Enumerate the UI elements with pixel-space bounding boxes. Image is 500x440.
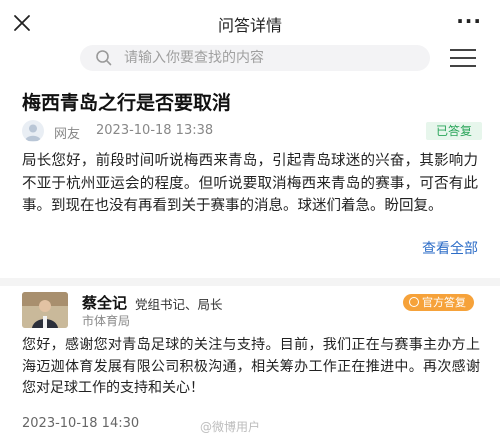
status-badge: 已答复 (425, 122, 482, 140)
search-icon (96, 50, 112, 66)
section-divider (0, 278, 500, 286)
answerer-name: 蔡全记 (82, 294, 128, 312)
official-badge-label: 官方答复 (422, 296, 466, 309)
menu-icon[interactable] (450, 48, 476, 68)
asker-name: 网友 (54, 127, 81, 142)
top-bar: 问答详情 ··· (0, 0, 500, 44)
official-reply-badge: 官方答复 (403, 294, 474, 311)
user-avatar (22, 120, 44, 142)
answer-body: 您好，感谢您对青岛足球的关注与支持。目前，我们正在与赛事主办方上海迈迦体育发展有… (22, 337, 480, 396)
question-time: 2023-10-18 13:38 (96, 123, 214, 138)
answerer-avatar (22, 292, 68, 328)
question-body: 局长您好，前段时间听说梅西来青岛，引起青岛球迷的兴奋，其影响力不亚于杭州亚运会的… (22, 153, 478, 214)
answerer-org: 市体育局 (82, 314, 131, 328)
page-title: 问答详情 (217, 16, 282, 35)
asker-info: 网友 2023-10-18 13:38 已答复 (22, 120, 482, 142)
question-title: 梅西青岛之行是否要取消 (22, 92, 232, 114)
view-all-link[interactable]: 查看全部 (422, 238, 478, 258)
watermark: @微博用户 (200, 420, 261, 434)
search-input[interactable] (124, 45, 414, 71)
more-button[interactable]: ··· (456, 11, 482, 31)
search-bar[interactable] (80, 45, 430, 71)
answer-time: 2023-10-18 14:30 (22, 416, 140, 431)
official-badge-icon (409, 297, 419, 307)
search-row (0, 44, 500, 72)
answerer-role: 党组书记、局长 (135, 297, 223, 312)
